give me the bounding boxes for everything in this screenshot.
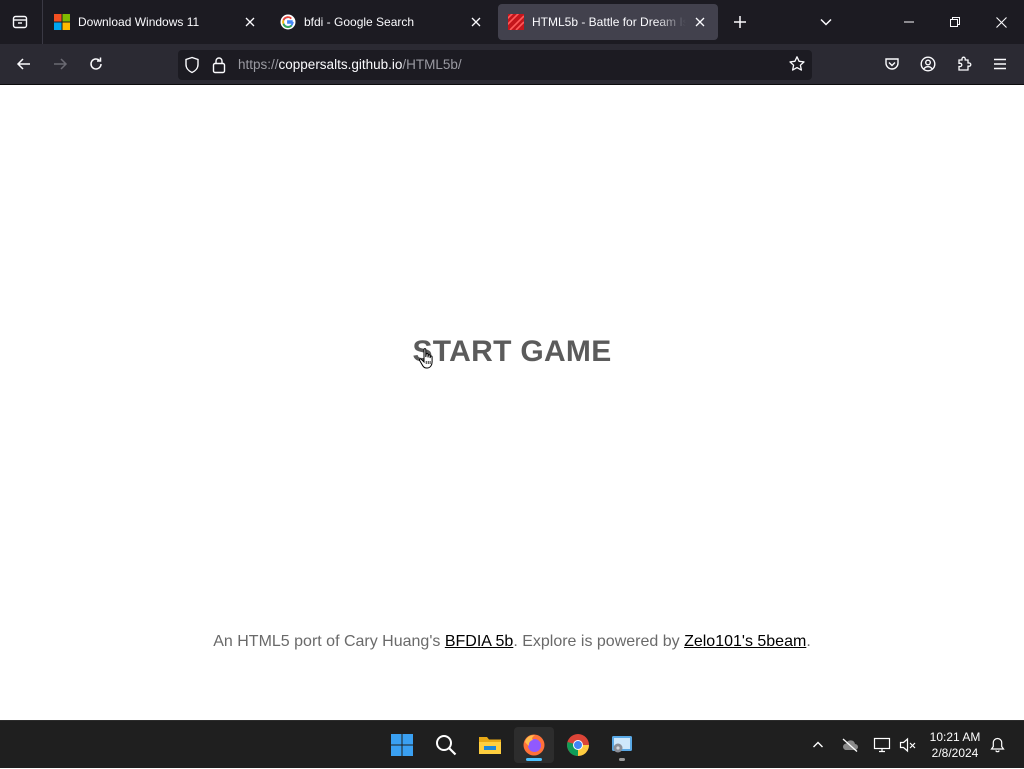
restore-button[interactable] (932, 0, 978, 44)
file-explorer-button[interactable] (470, 727, 510, 763)
page-content: START GAME An HTML5 port of Cary Huang's… (0, 85, 1024, 720)
google-logo-icon (280, 14, 296, 30)
pocket-icon (885, 58, 899, 70)
address-bar[interactable]: https://coppersalts.github.io/HTML5b/ (178, 50, 812, 80)
show-hidden-icons-button[interactable] (806, 721, 830, 769)
network-icon (873, 737, 891, 753)
bookmark-star-icon[interactable] (788, 55, 806, 73)
hamburger-menu-icon (994, 58, 1006, 70)
arrow-right-icon (54, 58, 68, 70)
windows-logo-icon (54, 14, 70, 30)
list-all-tabs-button[interactable] (812, 8, 840, 36)
forward-button[interactable] (46, 50, 74, 78)
extensions-button[interactable] (950, 50, 978, 78)
clock[interactable]: 10:21 AM 2/8/2024 (922, 729, 988, 761)
account-button[interactable] (914, 50, 942, 78)
bfdia-5b-link[interactable]: BFDIA 5b (445, 633, 513, 650)
tab-html5b[interactable]: HTML5b - Battle for Dream Island (498, 4, 718, 40)
firefox-taskbar-button[interactable] (514, 727, 554, 763)
notifications-button[interactable] (986, 721, 1008, 769)
windows-taskbar: 10:21 AM 2/8/2024 (0, 720, 1024, 768)
close-tab-button[interactable] (692, 14, 708, 30)
cloud-offline-icon (842, 738, 858, 752)
start-icon (391, 734, 413, 756)
lock-icon[interactable] (212, 56, 226, 74)
close-tab-button[interactable] (242, 14, 258, 30)
tab-google-search[interactable]: bfdi - Google Search (270, 4, 494, 40)
close-icon (471, 17, 481, 27)
file-explorer-icon (479, 737, 501, 754)
restore-icon (950, 17, 960, 27)
html5b-favicon-icon (508, 14, 524, 30)
footer-text: . Explore is powered by (513, 633, 685, 650)
bell-icon (989, 737, 1005, 753)
tab-title: bfdi - Google Search (304, 15, 415, 29)
firefox-icon (523, 734, 545, 756)
onedrive-button[interactable] (838, 721, 862, 769)
account-icon (920, 56, 936, 72)
tab-download-windows[interactable]: Download Windows 11 (44, 4, 268, 40)
back-button[interactable] (10, 50, 38, 78)
firefox-view-button[interactable] (6, 8, 34, 36)
puzzle-icon (958, 56, 972, 71)
tab-bar: Download Windows 11 bfdi - Google Search… (0, 0, 1024, 44)
tab-title: HTML5b - Battle for Dream Island (532, 15, 686, 29)
speaker-muted-icon (899, 737, 916, 753)
footer-text: An HTML5 port of Cary Huang's (213, 633, 445, 650)
app-icon (612, 736, 632, 753)
new-tab-button[interactable] (726, 8, 754, 36)
clock-date: 2/8/2024 (931, 746, 979, 760)
5beam-link[interactable]: Zelo101's 5beam (684, 633, 806, 650)
network-button[interactable] (870, 721, 894, 769)
plus-icon (734, 16, 746, 28)
firefox-view-icon (12, 15, 28, 29)
close-tab-button[interactable] (468, 14, 484, 30)
tab-separator (42, 0, 43, 44)
chrome-icon (567, 734, 589, 756)
chrome-taskbar-button[interactable] (558, 727, 598, 763)
pocket-button[interactable] (878, 50, 906, 78)
url-path: /HTML5b/ (402, 57, 462, 72)
reload-icon (90, 57, 102, 70)
minimize-button[interactable] (886, 0, 932, 44)
url-host: coppersalts.github.io (278, 57, 403, 72)
chevron-up-icon (813, 741, 823, 748)
arrow-left-icon (16, 58, 30, 70)
footer-text: . (806, 633, 811, 650)
active-app-indicator (526, 758, 542, 761)
start-game-button[interactable]: START GAME (0, 335, 1024, 369)
close-icon (245, 17, 255, 27)
navigation-toolbar: https://coppersalts.github.io/HTML5b/ (0, 44, 1024, 85)
hand-cursor-icon (418, 348, 433, 369)
volume-button[interactable] (896, 721, 920, 769)
tracking-protection-icon[interactable] (184, 56, 200, 74)
running-app-indicator (619, 758, 625, 761)
clock-time: 10:21 AM (929, 730, 981, 744)
search-icon (436, 735, 457, 756)
tab-title: Download Windows 11 (78, 15, 200, 29)
footer-credits: An HTML5 port of Cary Huang's BFDIA 5b. … (0, 633, 1024, 651)
close-window-button[interactable] (978, 0, 1024, 44)
menu-button[interactable] (986, 50, 1014, 78)
chevron-down-icon (820, 18, 832, 26)
taskbar-search-button[interactable] (426, 727, 466, 763)
start-button[interactable] (382, 727, 422, 763)
minimize-icon (904, 21, 914, 23)
url-text[interactable]: https://coppersalts.github.io/HTML5b/ (238, 57, 462, 72)
app-taskbar-button[interactable] (602, 727, 642, 763)
reload-button[interactable] (82, 50, 110, 78)
close-icon (695, 17, 705, 27)
url-scheme: https:// (238, 57, 279, 72)
close-icon (995, 16, 1007, 28)
